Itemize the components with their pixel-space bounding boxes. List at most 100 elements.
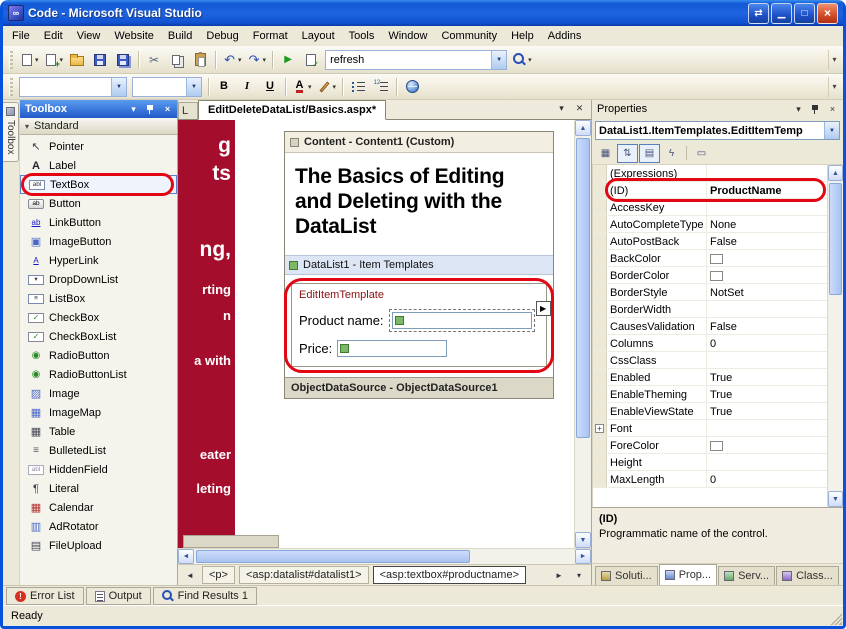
toolbox-item-calendar[interactable]: ▦Calendar xyxy=(20,498,177,517)
property-row-autocompletetype[interactable]: AutoCompleteTypeNone xyxy=(593,216,827,233)
property-value[interactable] xyxy=(707,437,827,453)
toolbox-item-listbox[interactable]: ≡ListBox xyxy=(20,289,177,308)
property-row-borderstyle[interactable]: BorderStyleNotSet xyxy=(593,284,827,301)
scroll-track[interactable] xyxy=(828,181,843,491)
toolbox-side-tab[interactable]: Toolbox xyxy=(3,102,19,162)
toolbox-item-fileupload[interactable]: ▤FileUpload xyxy=(20,536,177,555)
property-row-backcolor[interactable]: BackColor xyxy=(593,250,827,267)
property-value[interactable] xyxy=(707,420,827,436)
bottom-tab-find-results-1[interactable]: Find Results 1 xyxy=(153,587,257,605)
property-row-font[interactable]: +Font xyxy=(593,420,827,437)
property-value[interactable]: True xyxy=(707,369,827,385)
properties-scrollbar[interactable]: ▲ ▼ xyxy=(827,165,843,507)
property-row-borderwidth[interactable]: BorderWidth xyxy=(593,301,827,318)
scroll-up-icon[interactable]: ▲ xyxy=(828,165,843,181)
toolbox-item-linkbutton[interactable]: abLinkButton xyxy=(20,213,177,232)
property-row-autopostback[interactable]: AutoPostBackFalse xyxy=(593,233,827,250)
smart-tag-button[interactable]: ▶ xyxy=(536,301,551,316)
property-row-height[interactable]: Height xyxy=(593,454,827,471)
redo-button[interactable]: ↷▾ xyxy=(245,49,269,71)
toolbox-item-imagebutton[interactable]: ▣ImageButton xyxy=(20,232,177,251)
tag-breadcrumb-item[interactable]: <p> xyxy=(202,566,235,584)
property-value[interactable]: 0 xyxy=(707,335,827,351)
menu-format[interactable]: Format xyxy=(246,28,295,44)
copy-button[interactable] xyxy=(166,49,188,71)
toolbox-group-standard[interactable]: ▾ Standard xyxy=(20,118,177,135)
menu-help[interactable]: Help xyxy=(504,28,541,44)
alphabetical-button[interactable]: ⇅ xyxy=(617,144,638,163)
datalist-region-header[interactable]: DataList1 - Item Templates xyxy=(285,255,553,275)
panel-tab-properties-window[interactable]: Prop... xyxy=(659,564,717,585)
save-button[interactable] xyxy=(89,49,111,71)
content-region[interactable]: Content - Content1 (Custom) The Basics o… xyxy=(284,131,554,399)
tag-scroll-right-icon[interactable]: ► xyxy=(551,567,567,583)
find-button[interactable]: ▾ xyxy=(510,49,534,71)
close-button[interactable]: × xyxy=(817,3,838,24)
menu-tools[interactable]: Tools xyxy=(342,28,382,44)
design-surface[interactable]: gtsng,rtingna witheaterleting Content - … xyxy=(178,120,574,548)
property-value[interactable] xyxy=(707,165,827,181)
menu-layout[interactable]: Layout xyxy=(295,28,342,44)
scroll-up-icon[interactable]: ▲ xyxy=(575,120,591,136)
property-row-maxlength[interactable]: MaxLength0 xyxy=(593,471,827,488)
panel-tab-class-view[interactable]: Class... xyxy=(776,566,839,585)
property-value[interactable]: None xyxy=(707,216,827,232)
toolbar-combobox[interactable]: refresh▼ xyxy=(325,50,507,70)
toolbox-item-imagemap[interactable]: ▦ImageMap xyxy=(20,403,177,422)
property-value[interactable] xyxy=(707,301,827,317)
paste-button[interactable] xyxy=(189,49,211,71)
font-color-button[interactable]: A▾ xyxy=(290,76,314,98)
property-row-id[interactable]: (ID)ProductName xyxy=(593,182,827,199)
object-selector-combobox[interactable]: DataList1.ItemTemplates.EditItemTemp ▼ xyxy=(595,121,840,140)
menu-edit[interactable]: Edit xyxy=(37,28,70,44)
property-row-bordercolor[interactable]: BorderColor xyxy=(593,267,827,284)
categorized-button[interactable]: ▦ xyxy=(595,144,616,163)
toolbox-item-radiobutton[interactable]: ◉RadioButton xyxy=(20,346,177,365)
style-combobox[interactable]: ▼ xyxy=(19,77,127,97)
chevron-down-icon[interactable]: ▾ xyxy=(126,102,141,116)
close-document-icon[interactable]: ✕ xyxy=(572,101,587,115)
property-row-causesvalidation[interactable]: CausesValidationFalse xyxy=(593,318,827,335)
add-item-button[interactable]: ▾ xyxy=(42,49,66,71)
numbered-list-button[interactable] xyxy=(370,76,392,98)
document-tab-partial[interactable]: L xyxy=(178,102,198,119)
property-value[interactable]: ProductName xyxy=(707,182,827,198)
editor-horizontal-scrollbar[interactable]: ◄ ► xyxy=(178,548,591,564)
toolbox-item-checkbox[interactable]: ✓CheckBox xyxy=(20,308,177,327)
toolbox-item-checkboxlist[interactable]: ✓CheckBoxList xyxy=(20,327,177,346)
tag-scroll-left-icon[interactable]: ◄ xyxy=(182,567,198,583)
menu-file[interactable]: File xyxy=(5,28,37,44)
menu-view[interactable]: View xyxy=(70,28,108,44)
document-tab-active[interactable]: EditDeleteDataList/Basics.aspx* xyxy=(198,100,386,120)
scroll-down-icon[interactable]: ▼ xyxy=(828,491,843,507)
menu-addins[interactable]: Addins xyxy=(541,28,589,44)
tag-breadcrumb-item[interactable]: <asp:textbox#productname> xyxy=(373,566,526,584)
property-row-expressions[interactable]: (Expressions) xyxy=(593,165,827,182)
property-row-enableviewstate[interactable]: EnableViewStateTrue xyxy=(593,403,827,420)
menu-window[interactable]: Window xyxy=(381,28,434,44)
property-pages-button[interactable]: ▭ xyxy=(691,144,712,163)
italic-button[interactable]: I xyxy=(236,76,258,98)
start-debug-button[interactable]: ▶ xyxy=(277,49,299,71)
toolbox-item-bulletedlist[interactable]: ≡BulletedList xyxy=(20,441,177,460)
toolbox-item-radiobuttonlist[interactable]: ◉RadioButtonList xyxy=(20,365,177,384)
toolbox-item-literal[interactable]: ¶Literal xyxy=(20,479,177,498)
resize-grip[interactable] xyxy=(829,612,842,625)
expand-icon[interactable]: + xyxy=(595,424,604,433)
chevron-down-icon[interactable]: ▾ xyxy=(791,102,806,116)
scroll-track[interactable] xyxy=(194,549,575,564)
bold-button[interactable]: B xyxy=(213,76,235,98)
menu-website[interactable]: Website xyxy=(107,28,161,44)
scroll-right-icon[interactable]: ► xyxy=(575,549,591,564)
undo-button[interactable]: ↶▾ xyxy=(220,49,244,71)
chevron-down-icon[interactable]: ▾ xyxy=(571,567,587,583)
toolbar-grip[interactable] xyxy=(9,51,13,69)
toolbar-grip[interactable] xyxy=(9,78,13,96)
property-row-enabled[interactable]: EnabledTrue xyxy=(593,369,827,386)
hyperlink-button[interactable] xyxy=(401,76,423,98)
scroll-thumb[interactable] xyxy=(196,550,470,563)
property-value[interactable]: False xyxy=(707,233,827,249)
menu-community[interactable]: Community xyxy=(434,28,504,44)
price-textbox[interactable] xyxy=(337,340,447,357)
highlight-button[interactable]: ▾ xyxy=(315,76,339,98)
